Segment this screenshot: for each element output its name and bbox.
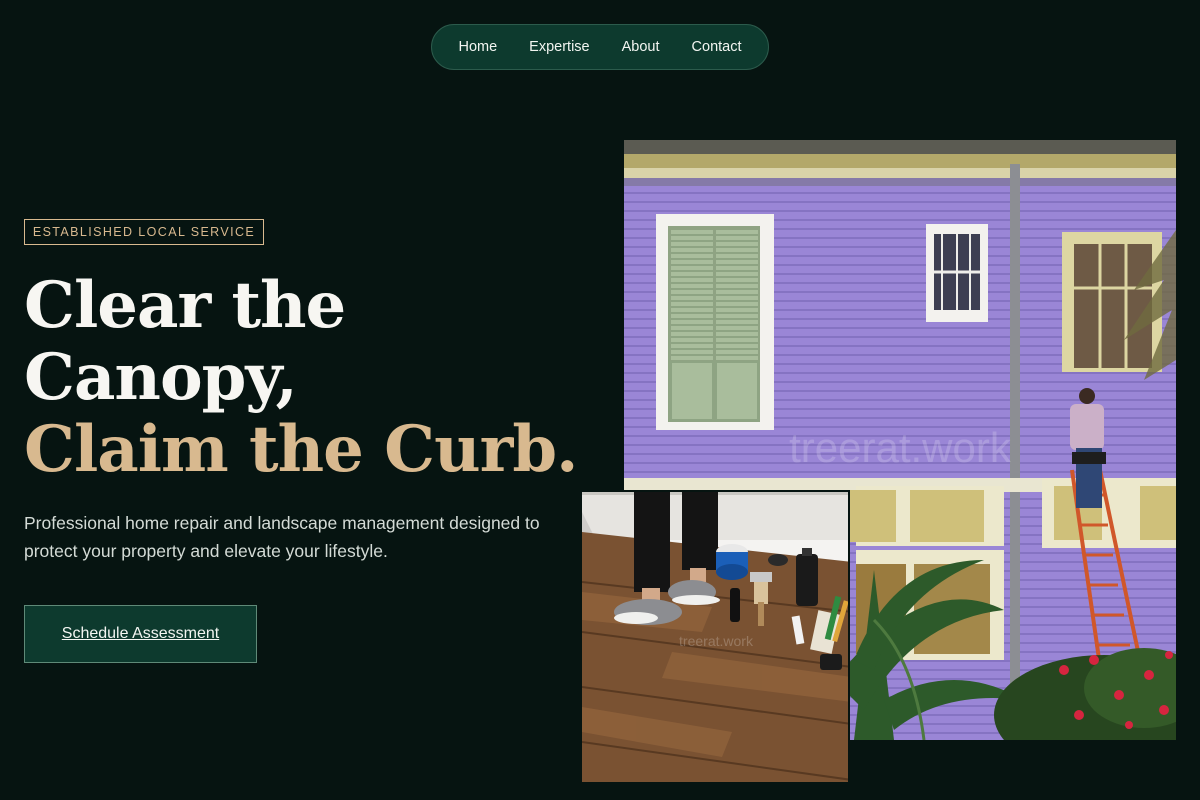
hero-lede: Professional home repair and landscape m… (24, 513, 540, 561)
nav-about-link[interactable]: About (622, 39, 660, 55)
nav-expertise-link[interactable]: Expertise (529, 39, 589, 55)
headline-line-1: Clear the (24, 268, 346, 343)
nav-contact-link[interactable]: Contact (692, 39, 742, 55)
main-watermark: treerat.work (789, 424, 1012, 471)
headline-line-3: Claim the Curb. (24, 412, 578, 487)
established-badge: ESTABLISHED LOCAL SERVICE (24, 219, 264, 245)
headline-line-2: Canopy, (24, 340, 298, 415)
hero-headline: Clear the Canopy, Claim the Curb. (24, 270, 594, 486)
schedule-assessment-button[interactable]: Schedule Assessment (24, 605, 257, 663)
nav-home-link[interactable]: Home (458, 39, 497, 55)
top-nav: Home Expertise About Contact (431, 24, 769, 70)
floor-supplies-photo: treerat.work (580, 490, 850, 784)
floor-watermark: treerat.work (679, 633, 754, 649)
